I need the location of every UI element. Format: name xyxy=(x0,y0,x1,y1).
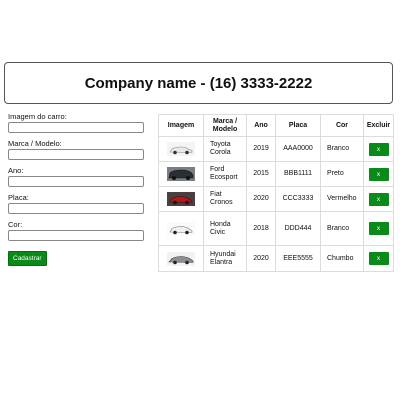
car-plate: DDD444 xyxy=(275,211,321,246)
car-model: Civic xyxy=(210,228,226,236)
car-image-input[interactable] xyxy=(8,122,144,133)
delete-button[interactable]: x xyxy=(368,222,389,235)
car-model: Cronos xyxy=(210,199,233,206)
field-label: Placa: xyxy=(8,193,29,202)
field-color: Cor: xyxy=(8,220,148,241)
year-input[interactable] xyxy=(8,176,144,187)
submit-button[interactable]: Cadastrar xyxy=(8,251,47,266)
car-year: 2019 xyxy=(246,136,276,162)
delete-button[interactable]: x xyxy=(368,167,389,181)
car-model: Elantra xyxy=(210,258,233,266)
car-plate: EEE5555 xyxy=(275,245,321,272)
page-header: Company name - (16) 3333-2222 xyxy=(4,62,393,104)
column-header-year: Ano xyxy=(246,114,276,137)
car-image-cell xyxy=(158,245,204,272)
car-brand: Hyundai xyxy=(210,250,236,258)
column-header-delete: Excluir xyxy=(363,114,394,137)
car-form: Imagem do carro: Marca / Modelo: Ano: Pl… xyxy=(8,112,148,266)
field-plate: Placa: xyxy=(8,193,148,214)
table-row: Hyundai Elantra 2020 EEE5555 Chumbo x xyxy=(158,245,394,272)
column-header-plate: Placa xyxy=(275,114,321,137)
car-brand: Fiat xyxy=(210,191,222,198)
car-image-cell xyxy=(158,211,204,246)
table-row: Ford Ecosport 2015 BBB1111 Preto x xyxy=(158,161,394,187)
car-brand: Toyota xyxy=(210,141,231,148)
field-label: Marca / Modelo: xyxy=(8,139,62,148)
page-title: Company name - (16) 3333-2222 xyxy=(84,74,313,92)
plate-input[interactable] xyxy=(8,203,144,214)
car-image-cell xyxy=(158,136,204,162)
table-row: Honda Civic 2018 DDD444 Branco x xyxy=(158,211,394,246)
car-image xyxy=(167,251,195,266)
car-color: Chumbo xyxy=(320,245,364,272)
car-brand: Honda xyxy=(210,220,231,228)
car-year: 2015 xyxy=(246,161,276,187)
field-label: Cor: xyxy=(8,220,23,229)
car-plate: BBB1111 xyxy=(275,161,321,187)
car-color: Branco xyxy=(320,136,364,162)
car-image xyxy=(167,192,195,206)
delete-button[interactable]: x xyxy=(368,252,389,265)
car-color: Vermelho xyxy=(320,186,364,212)
car-plate: AAA0000 xyxy=(275,136,321,162)
car-image-cell xyxy=(158,161,204,187)
column-header-color: Cor xyxy=(320,114,364,137)
car-image-cell xyxy=(158,186,204,212)
car-brand: Ford xyxy=(210,166,225,173)
column-header-image: Imagem xyxy=(158,114,204,137)
field-label: Imagem do carro: xyxy=(8,112,67,121)
color-input[interactable] xyxy=(8,230,144,241)
car-image xyxy=(167,167,195,181)
table-row: Fiat Cronos 2020 CCC3333 Vermelho x xyxy=(158,186,394,212)
car-color: Preto xyxy=(320,161,364,187)
delete-button[interactable]: x xyxy=(368,142,389,156)
table-row: Toyota Corola 2019 AAA0000 Branco x xyxy=(158,136,394,162)
car-model: Ecosport xyxy=(210,174,238,181)
delete-button[interactable]: x xyxy=(368,192,389,206)
field-year: Ano: xyxy=(8,166,148,187)
brand-model-input[interactable] xyxy=(8,149,144,160)
column-header-brand-model: Marca / Modelo xyxy=(203,114,247,137)
cars-table: Imagem Marca / Modelo Ano Placa Cor Excl… xyxy=(158,114,394,272)
car-year: 2020 xyxy=(246,245,276,272)
car-color: Branco xyxy=(320,211,364,246)
car-year: 2020 xyxy=(246,186,276,212)
field-brand-model: Marca / Modelo: xyxy=(8,139,148,160)
car-year: 2018 xyxy=(246,211,276,246)
field-label: Ano: xyxy=(8,166,24,175)
field-car-image: Imagem do carro: xyxy=(8,112,148,133)
car-image xyxy=(167,142,195,156)
car-model: Corola xyxy=(210,149,231,156)
car-image xyxy=(167,220,195,238)
table-header-row: Imagem Marca / Modelo Ano Placa Cor Excl… xyxy=(158,114,394,137)
car-plate: CCC3333 xyxy=(275,186,321,212)
